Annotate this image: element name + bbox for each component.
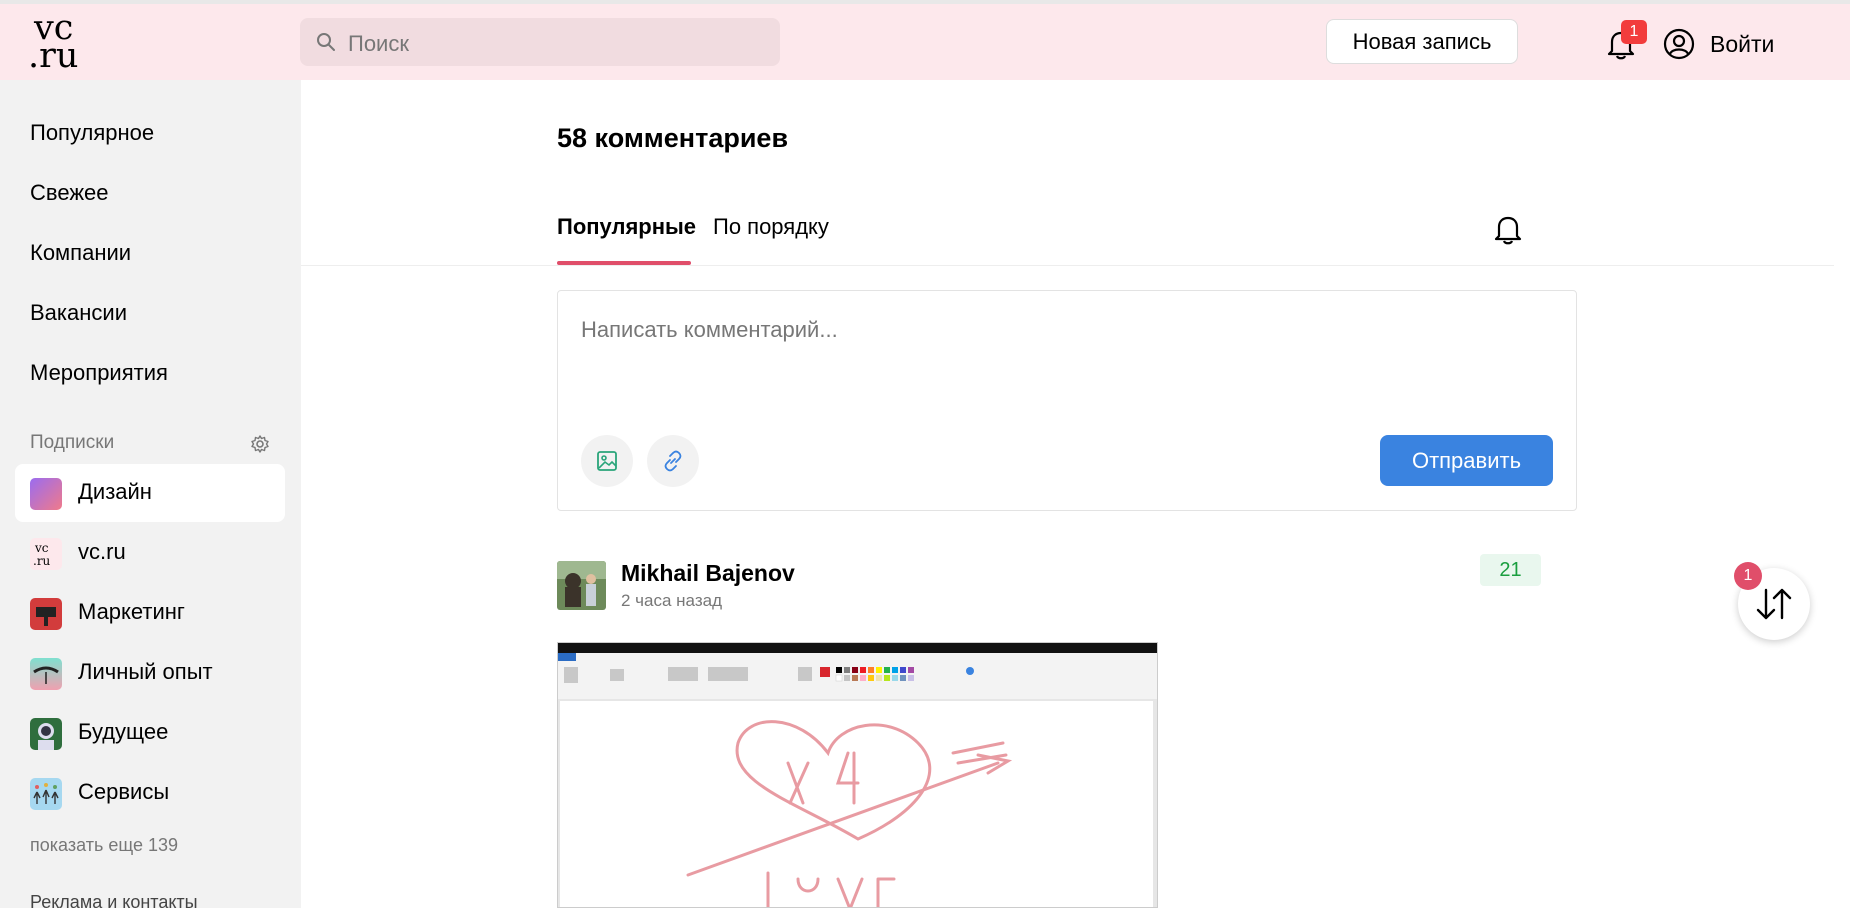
search-placeholder: Поиск bbox=[348, 31, 409, 56]
subscription-item-design[interactable]: Дизайн bbox=[15, 464, 285, 522]
nav-item-events[interactable]: Мероприятия bbox=[30, 360, 168, 386]
subscription-item-vcru[interactable]: vc .ru vc.ru bbox=[15, 524, 285, 582]
ads-contacts-link[interactable]: Реклама и контакты bbox=[30, 892, 198, 908]
services-icon bbox=[30, 778, 62, 810]
link-icon bbox=[664, 450, 682, 472]
search-input[interactable]: Поиск bbox=[300, 18, 780, 66]
future-icon bbox=[30, 718, 62, 750]
tabs-divider bbox=[301, 265, 1834, 266]
attach-image-button[interactable] bbox=[581, 435, 633, 487]
login-link[interactable]: Войти bbox=[1710, 31, 1774, 58]
nav-item-popular[interactable]: Популярное bbox=[30, 120, 154, 146]
nav-item-fresh[interactable]: Свежее bbox=[30, 180, 109, 206]
subscription-label: vc.ru bbox=[78, 539, 126, 564]
logo-text-bottom: .ru bbox=[28, 36, 79, 76]
subscription-item-services[interactable]: Сервисы bbox=[15, 764, 285, 822]
new-post-button[interactable]: Новая запись bbox=[1326, 19, 1518, 64]
notifications-badge: 1 bbox=[1621, 20, 1647, 44]
comment-time[interactable]: 2 часа назад bbox=[621, 591, 722, 611]
comment-rating[interactable]: 21 bbox=[1480, 554, 1541, 586]
sort-arrows-icon bbox=[1756, 588, 1792, 620]
user-icon[interactable] bbox=[1663, 28, 1695, 60]
svg-text:.ru: .ru bbox=[33, 554, 51, 568]
subscribe-bell-icon[interactable] bbox=[1493, 213, 1523, 245]
site-logo[interactable]: vc .ru bbox=[28, 11, 88, 76]
subscription-label: Маркетинг bbox=[78, 599, 185, 624]
show-more-link[interactable]: показать еще 139 bbox=[30, 835, 178, 856]
attach-link-button[interactable] bbox=[647, 435, 699, 487]
subscription-item-future[interactable]: Будущее bbox=[15, 704, 285, 762]
marketing-icon bbox=[30, 598, 62, 630]
subscription-label: Личный опыт bbox=[78, 659, 213, 684]
avatar[interactable] bbox=[557, 561, 606, 610]
nav-item-jobs[interactable]: Вакансии bbox=[30, 300, 127, 326]
tab-chronological[interactable]: По порядку bbox=[713, 214, 829, 240]
comment-input[interactable]: Написать комментарий... bbox=[581, 317, 838, 343]
subscription-label: Будущее bbox=[78, 719, 169, 744]
svg-text:vc: vc bbox=[34, 541, 49, 555]
page-scrollbar[interactable] bbox=[1834, 80, 1850, 908]
subscriptions-title: Подписки bbox=[30, 432, 115, 453]
tab-popular[interactable]: Популярные bbox=[557, 214, 696, 240]
nav-item-companies[interactable]: Компании bbox=[30, 240, 131, 266]
subscription-item-personal-experience[interactable]: Личный опыт bbox=[15, 644, 285, 702]
vcru-icon: vc .ru bbox=[30, 538, 62, 570]
main-content: 58 комментариев Популярные По порядку На… bbox=[301, 80, 1834, 908]
send-comment-button[interactable]: Отправить bbox=[1380, 435, 1553, 486]
left-sidebar: Популярное Свежее Компании Вакансии Меро… bbox=[0, 80, 300, 908]
personal-experience-icon bbox=[30, 658, 62, 690]
subscription-label: Дизайн bbox=[78, 479, 152, 504]
subscription-item-marketing[interactable]: Маркетинг bbox=[15, 584, 285, 642]
comment-image[interactable] bbox=[557, 642, 1158, 908]
subscription-label: Сервисы bbox=[78, 779, 170, 804]
design-icon bbox=[30, 478, 62, 510]
gear-icon[interactable] bbox=[250, 434, 270, 454]
search-icon bbox=[317, 33, 335, 51]
top-header: vc .ru Поиск Новая запись 1 Войти bbox=[0, 0, 1850, 80]
image-icon bbox=[597, 451, 617, 471]
comment-form: Написать комментарий... Отправить bbox=[557, 290, 1577, 511]
scroll-button-badge: 1 bbox=[1734, 562, 1762, 590]
comment-author[interactable]: Mikhail Bajenov bbox=[621, 560, 795, 587]
comments-title: 58 комментариев bbox=[557, 123, 789, 153]
